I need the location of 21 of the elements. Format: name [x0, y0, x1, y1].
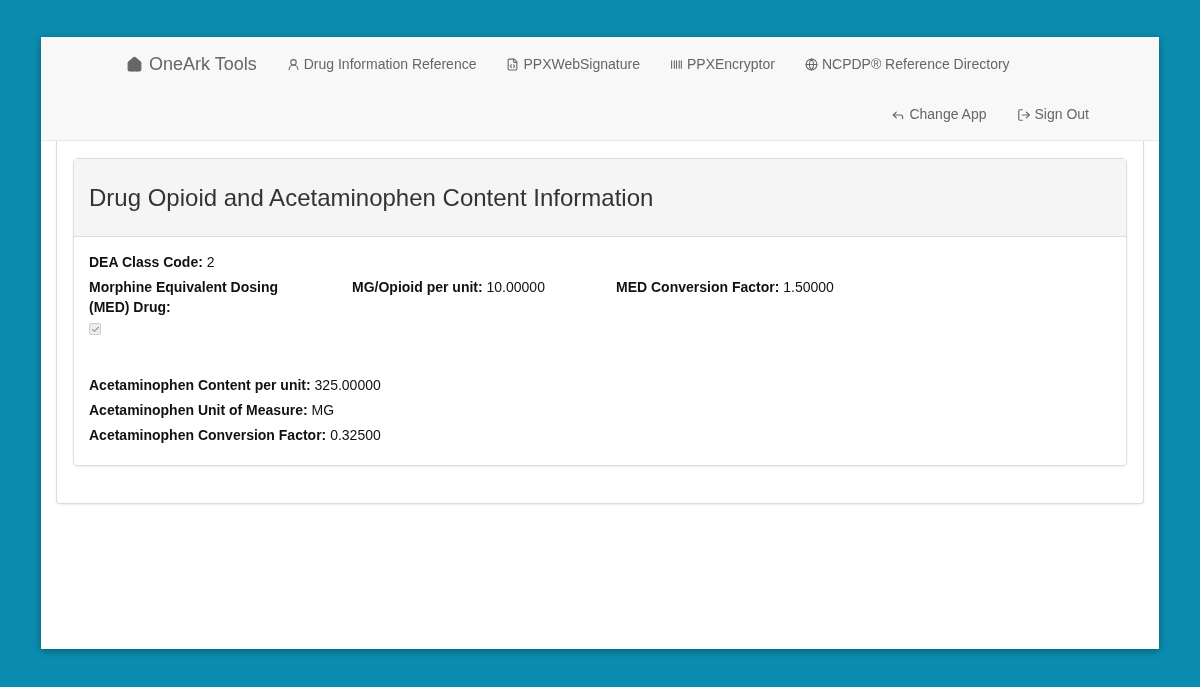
nav-link[interactable]: Drug Information Reference: [286, 54, 477, 75]
panel-title: Drug Opioid and Acetaminophen Content Information: [89, 182, 654, 213]
globe-icon: [804, 58, 818, 71]
person-icon: [286, 58, 300, 71]
brand-link[interactable]: OneArk Tools: [126, 51, 257, 78]
nav-link[interactable]: PPXEncryptor: [669, 54, 775, 75]
home-icon: [126, 56, 143, 73]
nav-link[interactable]: NCPDP® Reference Directory: [804, 54, 1010, 75]
field-text: Acetaminophen Conversion Factor: 0.32500: [89, 426, 382, 445]
field-label: Morphine Equivalent Dosing (MED) Drug:: [89, 278, 279, 317]
sign-out-icon: [1016, 107, 1031, 122]
field-text: DEA Class Code: 2: [89, 253, 216, 272]
nav-link[interactable]: Change App: [891, 104, 987, 125]
nav-link[interactable]: PPXWebSignature: [506, 54, 640, 75]
code-file-icon: [506, 58, 520, 71]
barcode-icon: [669, 58, 683, 71]
field-text: MED Conversion Factor: 1.50000: [616, 278, 835, 297]
field-text: MG/Opioid per unit: 10.00000: [352, 278, 546, 297]
nav-link[interactable]: Sign Out: [1016, 104, 1089, 125]
field-text: Acetaminophen Unit of Measure: MG: [89, 401, 336, 420]
field-text: Acetaminophen Content per unit: 325.00000: [89, 376, 382, 395]
